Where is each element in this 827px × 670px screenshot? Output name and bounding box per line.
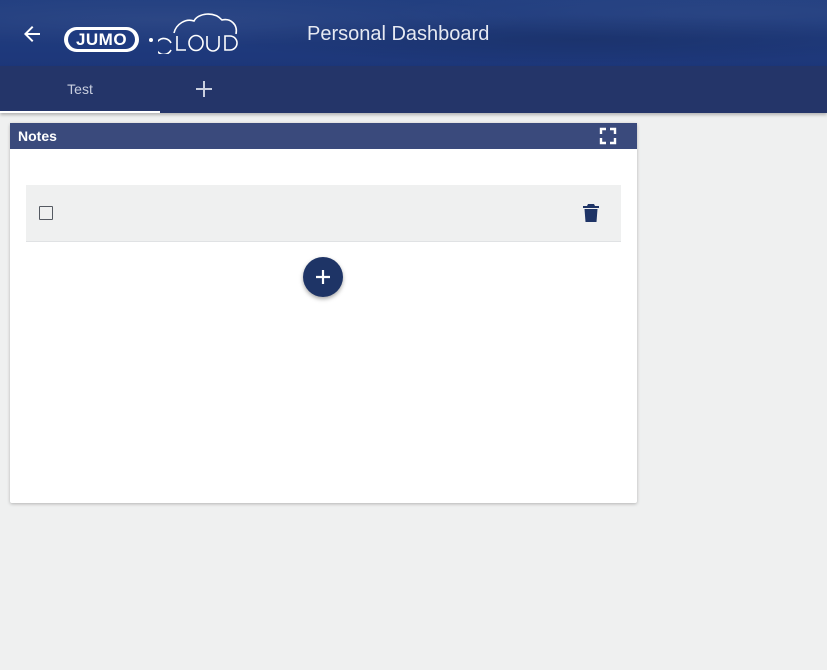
dashboard-tabbar: Test [0, 66, 827, 113]
plus-icon [196, 81, 212, 97]
widget-title: Notes [18, 128, 57, 144]
notes-widget-header: Notes [10, 123, 637, 149]
logo-jumo-text: JUMO [68, 30, 135, 49]
fullscreen-icon [599, 127, 617, 145]
note-checkbox[interactable] [39, 206, 53, 220]
trash-icon [583, 204, 599, 222]
fullscreen-button[interactable] [599, 127, 617, 145]
app-header: JUMO Personal Dashboard [0, 0, 827, 66]
plus-icon [316, 270, 330, 284]
jumo-cloud-logo: JUMO [63, 12, 249, 54]
notes-widget: Notes [10, 123, 637, 503]
add-note-button[interactable] [303, 257, 343, 297]
add-tab-button[interactable] [190, 75, 218, 103]
delete-note-button[interactable] [582, 203, 600, 223]
logo-dot [149, 38, 153, 42]
back-button[interactable] [16, 18, 48, 50]
active-tab-indicator [0, 111, 160, 113]
page-title: Personal Dashboard [307, 23, 490, 45]
logo-jumo-badge: JUMO [64, 27, 139, 52]
logo-cloud-wordmark [158, 13, 238, 54]
arrow-left-icon [24, 26, 40, 42]
tab-label: Test [67, 81, 93, 97]
tab-test[interactable]: Test [0, 66, 160, 113]
note-item [26, 185, 621, 242]
